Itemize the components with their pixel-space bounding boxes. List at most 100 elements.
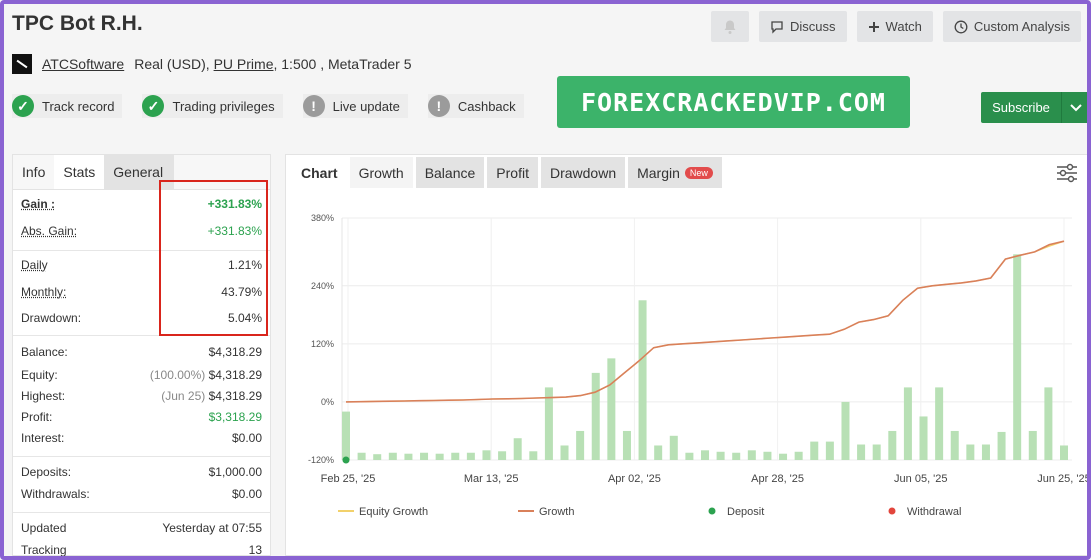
legend-label: Growth xyxy=(539,506,574,518)
stat-withdrawals: Withdrawals: $0.00 xyxy=(21,484,262,504)
highlight-box xyxy=(159,180,268,336)
bar xyxy=(732,452,741,460)
bell-icon xyxy=(722,19,738,35)
legend-label: Withdrawal xyxy=(907,506,961,518)
badge-label: Cashback xyxy=(457,98,516,114)
equity-growth-line xyxy=(345,240,1065,403)
bar xyxy=(779,453,788,460)
bar xyxy=(872,444,881,460)
stat-label: Interest: xyxy=(21,430,65,445)
x-tick-label: Apr 28, '25 xyxy=(751,473,804,485)
bar xyxy=(388,452,397,460)
owner-link[interactable]: ATCSoftware xyxy=(42,56,124,72)
divider xyxy=(13,456,270,457)
bar xyxy=(435,453,444,460)
stat-interest: Interest: $0.00 xyxy=(21,427,262,448)
chart-panel: Chart Growth Balance Profit Drawdown Mar… xyxy=(285,154,1087,556)
stat-updated: Updated Yesterday at 07:55 xyxy=(21,516,262,540)
bar xyxy=(638,300,647,460)
stat-highest: Highest: (Jun 25) $4,318.29 xyxy=(21,385,262,406)
bar xyxy=(857,444,866,460)
account-type: Real (USD), PU Prime, 1:500 , MetaTrader… xyxy=(134,56,411,72)
stat-tracking: Tracking 13 xyxy=(21,540,262,557)
bar xyxy=(888,430,897,460)
bar xyxy=(966,444,975,460)
bar xyxy=(1060,445,1068,460)
bar xyxy=(810,441,819,460)
badges: ✓ Track record ✓ Trading privileges ! Li… xyxy=(12,94,524,118)
leverage-platform: , 1:500 , MetaTrader 5 xyxy=(273,56,412,72)
stat-label: Drawdown: xyxy=(21,311,82,325)
badge-cashback[interactable]: ! Cashback xyxy=(427,94,524,118)
stat-label: Daily xyxy=(21,258,48,272)
tab-balance[interactable]: Balance xyxy=(415,157,485,188)
custom-analysis-button[interactable]: Custom Analysis xyxy=(942,11,1081,42)
growth-chart: 380% 240% 120% 0% -120% Feb 25, '25 Mar 13, '… xyxy=(308,213,1087,518)
stat-value: $0.00 xyxy=(231,487,262,501)
bar xyxy=(919,416,928,460)
custom-analysis-label: Custom Analysis xyxy=(973,19,1070,34)
bar xyxy=(747,450,756,460)
badge-track-record[interactable]: ✓ Track record xyxy=(12,94,123,118)
stat-value: $4,318.29 xyxy=(208,345,262,359)
stat-value: Yesterday at 07:55 xyxy=(162,521,262,535)
stat-value: $1,000.00 xyxy=(208,465,262,479)
legend-label: Equity Growth xyxy=(359,506,428,518)
bar xyxy=(1044,387,1053,460)
bar xyxy=(903,387,912,460)
bar xyxy=(997,431,1006,460)
bar xyxy=(576,430,585,460)
clock-icon xyxy=(954,20,968,34)
chart-legend: Equity Growth Growth Deposit Withdrawal xyxy=(338,506,961,518)
account-currency: Real (USD), xyxy=(134,56,210,72)
x-tick-label: Mar 13, '25 xyxy=(464,473,519,485)
stat-prefix: (Jun 25) xyxy=(161,388,206,403)
chat-icon xyxy=(770,20,784,34)
stat-value-group: (100.00%) $4,318.29 xyxy=(150,368,262,382)
badge-live-update[interactable]: ! Live update xyxy=(302,94,408,118)
stat-label: Gain : xyxy=(21,197,56,211)
broker-link[interactable]: PU Prime xyxy=(214,56,274,72)
tab-growth[interactable]: Growth xyxy=(349,157,413,188)
tab-drawdown[interactable]: Drawdown xyxy=(540,157,626,188)
stat-label: Balance: xyxy=(21,345,68,359)
tab-info[interactable]: Info xyxy=(13,155,54,189)
deposit-point xyxy=(342,456,350,464)
stat-equity: Equity: (100.00%) $4,318.29 xyxy=(21,364,262,385)
x-tick-label: Feb 25, '25 xyxy=(321,473,376,485)
window-frame: TPC Bot R.H. Discuss Watch Custom Analys… xyxy=(0,0,1091,560)
badge-trading-privileges[interactable]: ✓ Trading privileges xyxy=(142,94,283,118)
stat-label: Highest: xyxy=(21,388,66,403)
bar xyxy=(529,451,538,460)
notify-button[interactable] xyxy=(711,11,750,42)
exclamation-icon: ! xyxy=(302,95,325,117)
stat-value-group: (Jun 25) $4,318.29 xyxy=(161,389,262,403)
stat-value: 13 xyxy=(248,543,262,557)
tab-margin-label: Margin xyxy=(637,164,680,181)
y-tick-label: 380% xyxy=(311,213,334,223)
chart-settings-icon[interactable] xyxy=(1056,163,1078,188)
stat-label: Profit: xyxy=(21,409,53,424)
check-icon: ✓ xyxy=(142,95,165,117)
tab-stats[interactable]: Stats xyxy=(54,155,105,189)
watch-button[interactable]: Watch xyxy=(856,11,933,42)
legend-swatch xyxy=(708,507,716,515)
stat-profit: Profit: $3,318.29 xyxy=(21,406,262,427)
chevron-down-icon[interactable] xyxy=(1061,92,1087,123)
top-actions: Discuss Watch Custom Analysis xyxy=(711,11,1081,42)
bar xyxy=(622,430,631,460)
stat-label: Withdrawals: xyxy=(21,487,90,501)
bar xyxy=(825,441,834,460)
x-tick-label: Apr 02, '25 xyxy=(608,473,661,485)
subscribe-button[interactable]: Subscribe xyxy=(981,92,1087,123)
discuss-button[interactable]: Discuss xyxy=(759,11,847,42)
tab-margin[interactable]: Margin New xyxy=(628,157,722,188)
bar xyxy=(560,445,569,460)
bar xyxy=(451,452,460,460)
growth-line xyxy=(345,240,1065,403)
badge-label: Live update xyxy=(332,98,400,114)
stat-label: Deposits: xyxy=(21,465,72,479)
y-axis-ticks: 380% 240% 120% 0% -120% xyxy=(308,213,334,465)
stat-label: Abs. Gain: xyxy=(21,224,78,238)
tab-profit[interactable]: Profit xyxy=(487,157,538,188)
